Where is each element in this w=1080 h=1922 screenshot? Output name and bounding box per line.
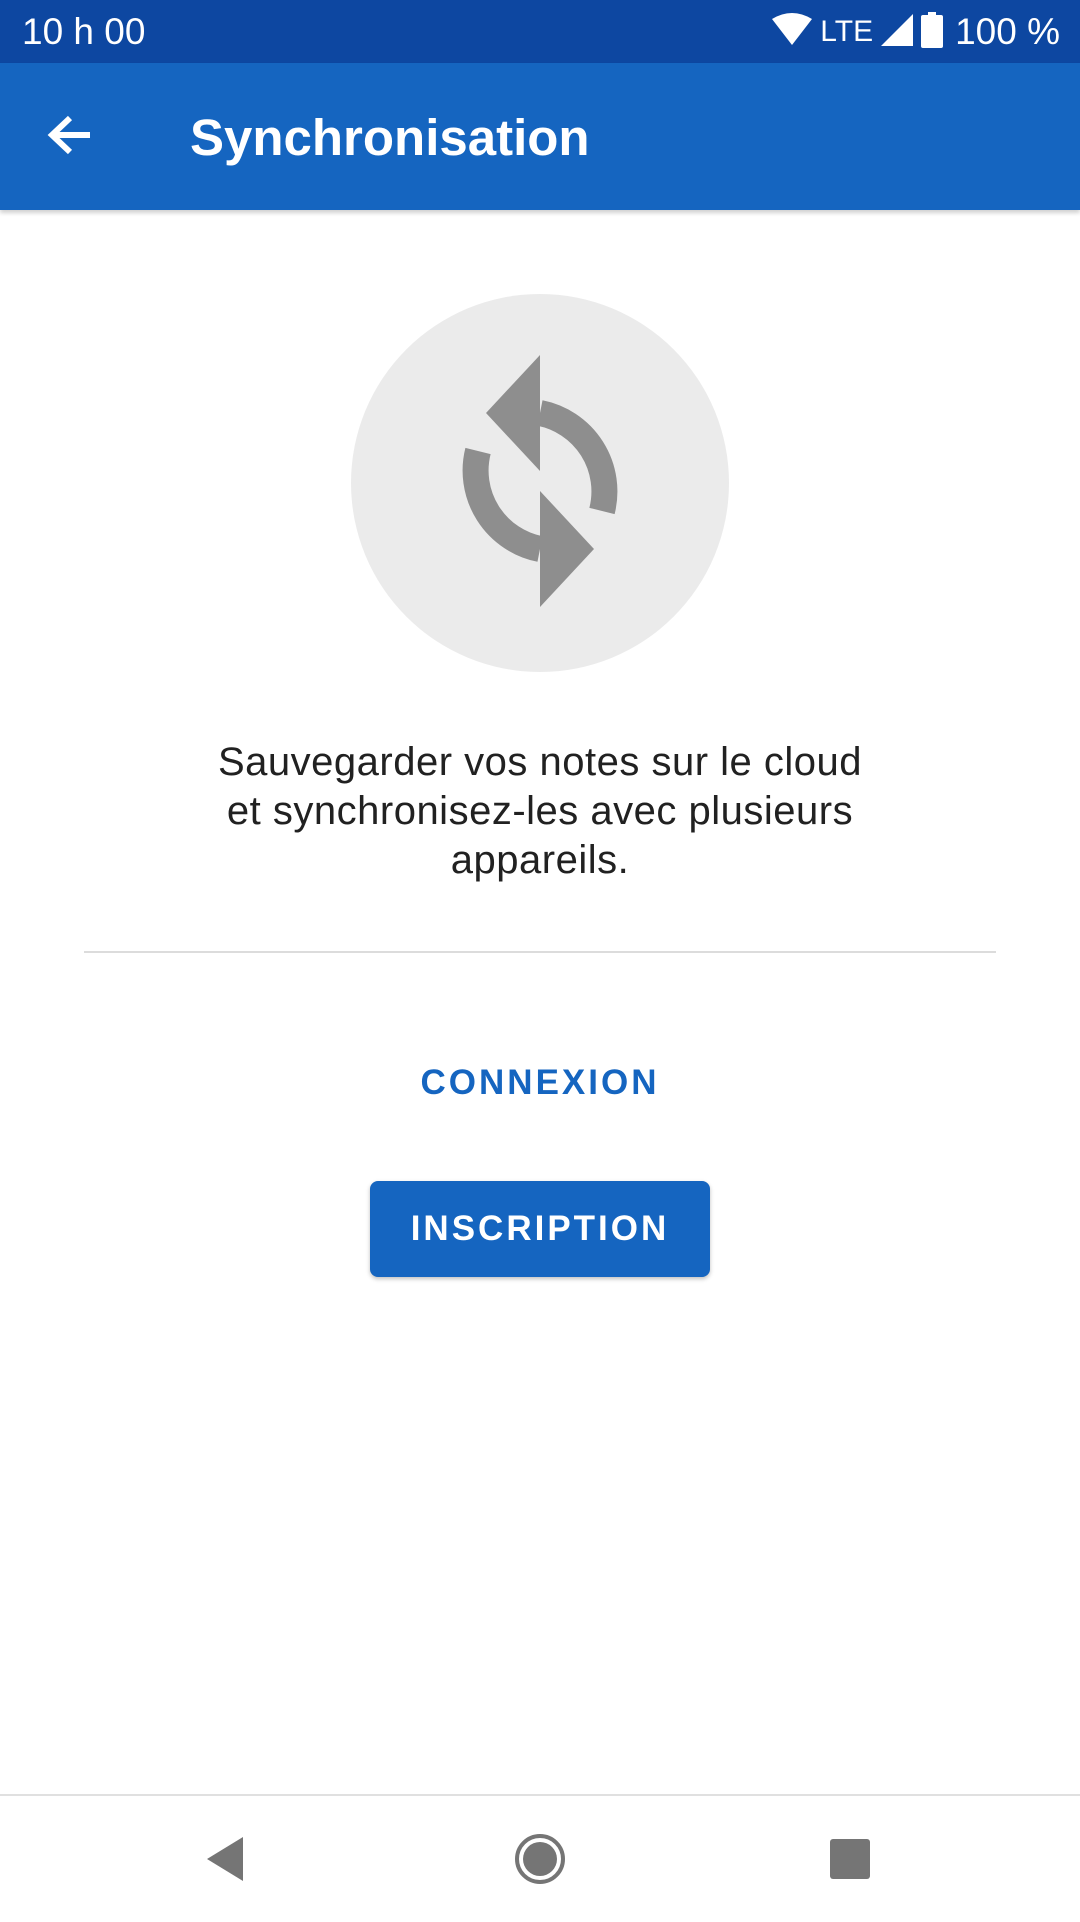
system-nav-bar xyxy=(0,1794,1080,1922)
battery-icon xyxy=(921,11,944,53)
back-button[interactable] xyxy=(34,101,106,173)
battery-level: 100 % xyxy=(955,11,1060,52)
divider xyxy=(84,951,996,953)
nav-home-button[interactable] xyxy=(505,1826,575,1896)
nav-recents-icon xyxy=(829,1838,871,1885)
network-type: LTE xyxy=(820,15,874,48)
status-time: 10 h 00 xyxy=(22,11,146,52)
nav-home-icon xyxy=(514,1833,566,1890)
arrow-back-icon xyxy=(46,113,94,162)
signal-icon xyxy=(881,13,914,51)
page-title: Synchronisation xyxy=(190,109,590,166)
app-bar: Synchronisation xyxy=(0,63,1080,210)
description-line: appareils. xyxy=(450,838,630,882)
wifi-icon xyxy=(772,12,813,52)
sync-icon xyxy=(440,351,640,616)
description-line: Sauvegarder vos notes sur le cloud xyxy=(217,740,863,784)
sync-illustration xyxy=(351,294,729,672)
nav-back-button[interactable] xyxy=(190,1826,260,1896)
login-button[interactable]: CONNEXION xyxy=(380,1050,700,1116)
sync-description: Sauvegarder vos notes sur le cloud et sy… xyxy=(140,738,940,885)
status-icons: LTE 100 % xyxy=(772,10,1060,54)
nav-back-icon xyxy=(203,1835,247,1888)
signup-button[interactable]: INSCRIPTION xyxy=(370,1181,710,1277)
status-bar: 10 h 00 LTE 100 % xyxy=(0,0,1080,63)
description-line: et synchronisez-les avec plusieurs xyxy=(226,789,854,833)
nav-recents-button[interactable] xyxy=(815,1826,885,1896)
